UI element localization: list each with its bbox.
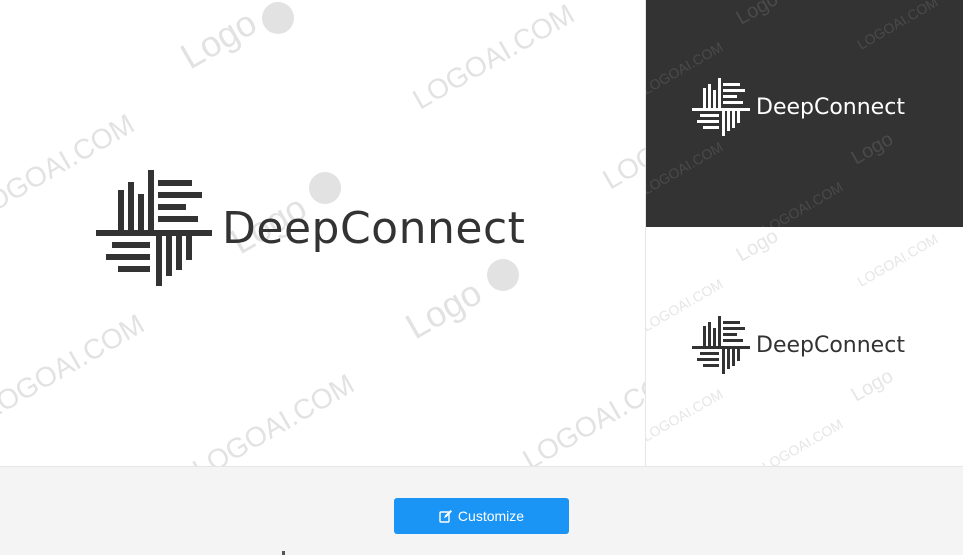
- watermark-text: LOGOAI.COM: [646, 386, 726, 445]
- watermark-text: LOGOAI.COM: [188, 368, 360, 466]
- dark-logo: DeepConnect: [692, 78, 905, 136]
- watermark-text: LOGOAI.COM: [0, 308, 149, 425]
- watermark-text: LOGOAI.COM: [518, 358, 646, 466]
- footer-marker: [282, 551, 285, 555]
- watermark-text: Logo: [174, 1, 264, 77]
- brand-wordmark: DeepConnect: [756, 332, 905, 358]
- watermark-text: LOGOAI.COM: [760, 416, 846, 466]
- watermark-text: Logo: [733, 0, 783, 29]
- brand-wordmark: DeepConnect: [222, 202, 526, 254]
- watermark-text: LOGOAI.COM: [760, 179, 846, 227]
- watermark-text: LOGOAI.COM: [598, 78, 646, 195]
- watermark-text: LOGOAI.COM: [855, 0, 941, 53]
- woven-bars-icon: [692, 78, 750, 136]
- logo-preview-stage: LOGOAI.COM Logo LOGOAI.COM Logo Logo LOG…: [0, 0, 963, 466]
- main-logo: DeepConnect: [96, 170, 525, 286]
- customize-label: Customize: [457, 508, 525, 524]
- panel-divider: [645, 0, 646, 466]
- light-logo: DeepConnect: [692, 316, 905, 374]
- watermark-text: LOGOAI.COM: [408, 0, 580, 115]
- edit-icon: [439, 510, 452, 523]
- customize-button[interactable]: Customize: [394, 498, 569, 534]
- watermark-text: LOGOAI.COM: [855, 231, 941, 290]
- watermark-text: LOGOAI.COM: [646, 139, 726, 198]
- brand-wordmark: DeepConnect: [756, 94, 905, 120]
- woven-bars-icon: [96, 170, 212, 286]
- woven-bars-icon: [692, 316, 750, 374]
- watermark-text: Logo: [733, 227, 783, 266]
